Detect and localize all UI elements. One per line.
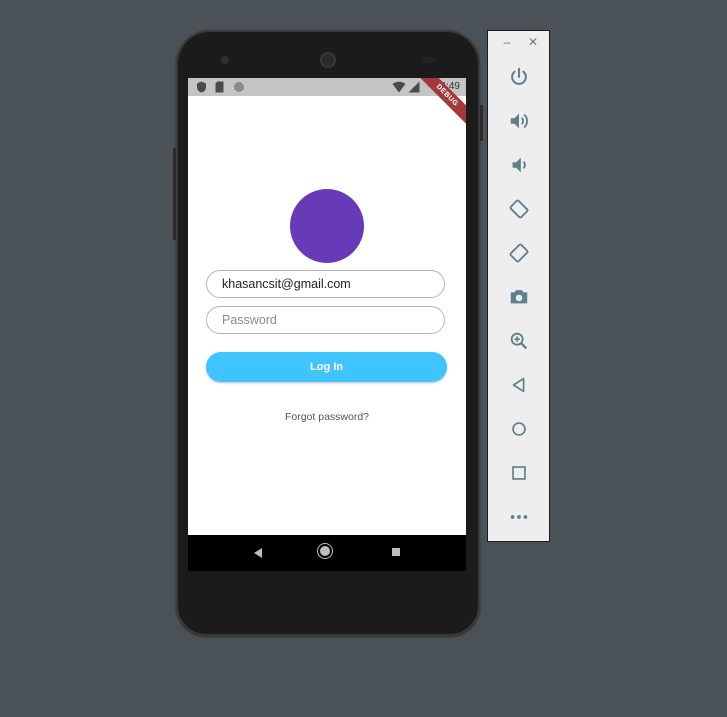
email-field[interactable]: khasancsit@gmail.com [206, 270, 445, 298]
shield-icon [197, 81, 206, 93]
camera-icon[interactable] [508, 286, 530, 308]
emulator-toolbar: – ✕ [487, 30, 550, 542]
status-bar: 4:49 DEBUG [188, 78, 466, 128]
more-icon[interactable] [508, 506, 530, 528]
emulated-phone: 4:49 DEBUG khasancsit@gmail.com Password… [173, 30, 483, 636]
power-icon[interactable] [508, 66, 530, 88]
nav-back-icon[interactable] [254, 548, 262, 558]
forgot-password-link[interactable]: Forgot password? [188, 411, 466, 423]
avatar [290, 189, 364, 263]
rotate-left-icon[interactable] [508, 198, 530, 220]
sync-circle-icon [234, 82, 244, 92]
back-icon[interactable] [508, 374, 530, 396]
close-icon[interactable]: ✕ [527, 36, 539, 48]
phone-side-button-left [173, 148, 176, 240]
nav-recents-icon[interactable] [392, 548, 400, 556]
password-field[interactable]: Password [206, 306, 445, 334]
zoom-icon[interactable] [508, 330, 530, 352]
rotate-right-icon[interactable] [508, 242, 530, 264]
cell-signal-icon [408, 81, 420, 93]
wifi-icon [392, 81, 406, 93]
volume-up-icon[interactable] [508, 110, 530, 132]
proximity-sensor [422, 57, 436, 63]
sd-card-icon [215, 81, 224, 93]
front-camera [221, 56, 229, 64]
home-icon[interactable] [508, 418, 530, 440]
minimize-icon[interactable]: – [501, 36, 513, 48]
volume-down-icon[interactable] [508, 154, 530, 176]
navigation-bar [188, 535, 466, 571]
overview-icon[interactable] [508, 462, 530, 484]
phone-power-key [480, 105, 483, 141]
earpiece-speaker [320, 52, 336, 68]
nav-home-icon[interactable] [320, 546, 330, 556]
phone-screen: 4:49 DEBUG khasancsit@gmail.com Password… [188, 78, 466, 571]
login-button[interactable]: Log In [206, 352, 447, 382]
